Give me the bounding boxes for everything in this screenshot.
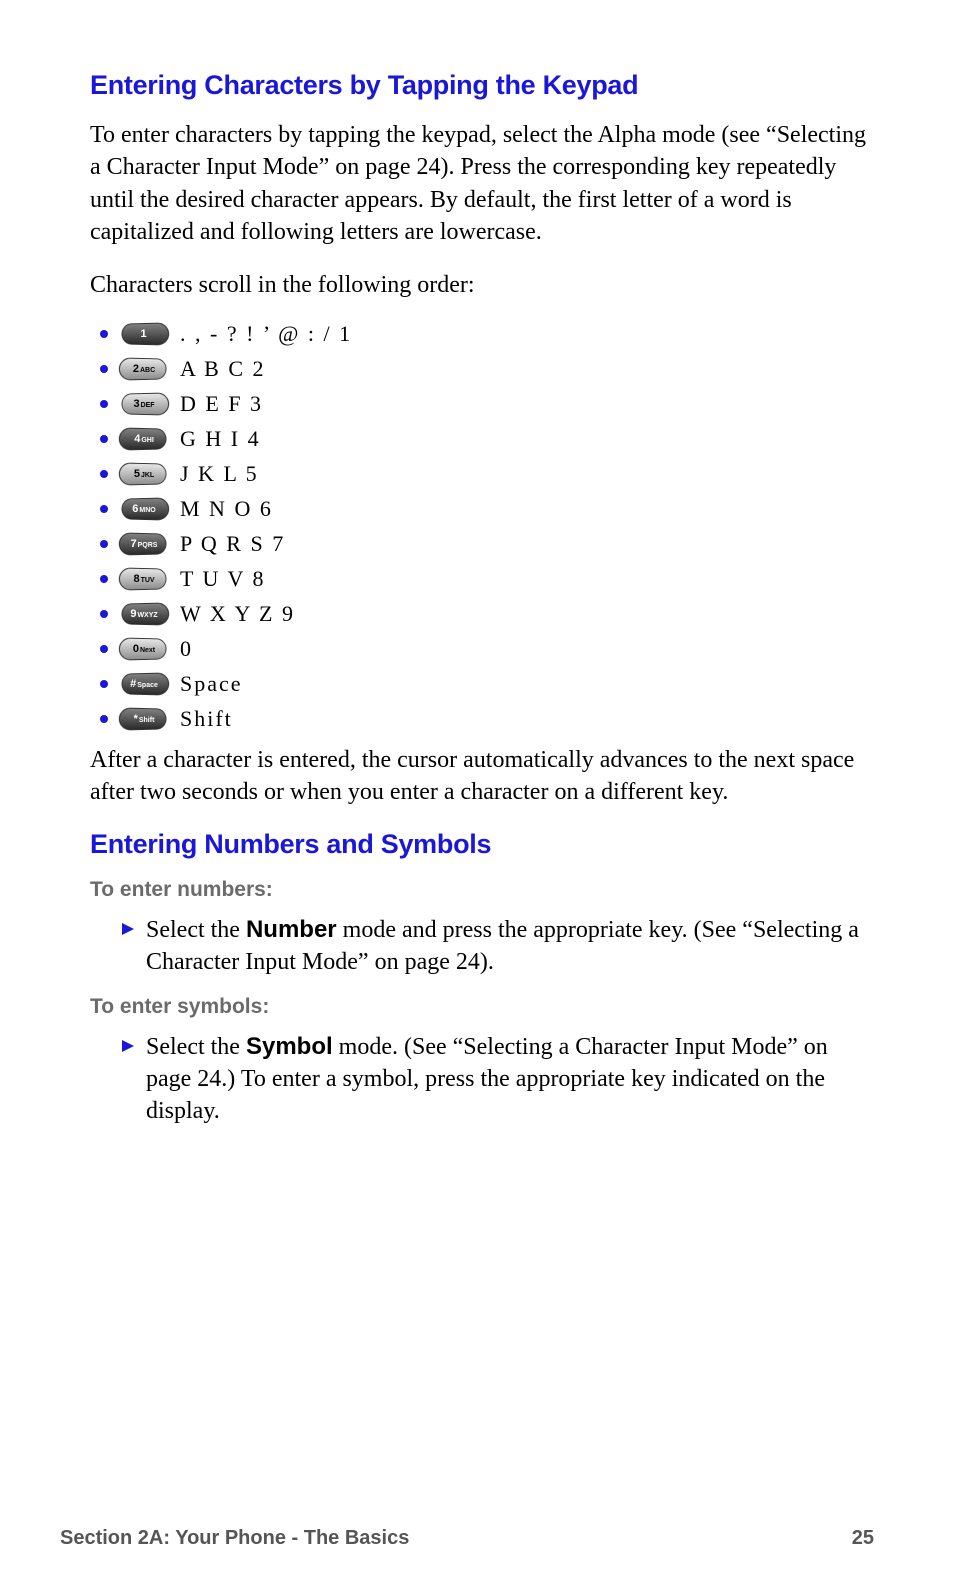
bullet-icon (100, 505, 108, 513)
footer-section: Section 2A: Your Phone - The Basics (60, 1527, 409, 1550)
mode-name-number: Number (246, 916, 337, 943)
phone-key-icon: 9WXYZ (120, 603, 168, 625)
keypad-row: 9WXYZ W X Y Z 9 (100, 601, 874, 627)
keypad-row: 1 . , - ? ! ’ @ : / 1 (100, 321, 874, 347)
phone-key-icon: 8TUV (120, 568, 168, 590)
arrow-icon (120, 1038, 136, 1128)
keypad-row: 3DEF D E F 3 (100, 391, 874, 417)
bullet-icon (100, 365, 108, 373)
keypad-row: 6MNO M N O 6 (100, 496, 874, 522)
mode-name-symbol: Symbol (246, 1033, 333, 1060)
step-text: Select the Symbol mode. (See “Selecting … (146, 1031, 874, 1128)
phone-key-icon: 1 (120, 323, 168, 345)
phone-key-label: 9WXYZ (130, 608, 157, 620)
key-characters: Space (180, 671, 243, 697)
key-characters: T U V 8 (180, 566, 266, 592)
manual-page: Entering Characters by Tapping the Keypa… (0, 0, 954, 1590)
footer-page-number: 25 (852, 1527, 874, 1550)
keypad-character-list: 1 . , - ? ! ’ @ : / 1 2ABC A B C 2 3DEF D E F… (100, 321, 874, 732)
phone-key-label: 5JKL (134, 468, 154, 480)
key-characters: 0 (180, 636, 193, 662)
after-character-paragraph: After a character is entered, the cursor… (90, 744, 874, 809)
phone-key-label: *Shift (134, 713, 155, 725)
key-characters: G H I 4 (180, 426, 261, 452)
bullet-icon (100, 435, 108, 443)
step-enter-numbers: Select the Number mode and press the app… (120, 914, 874, 979)
phone-key-icon: 0Next (120, 638, 168, 660)
bullet-icon (100, 330, 108, 338)
keypad-row: 7PQRS P Q R S 7 (100, 531, 874, 557)
phone-key-label: 3DEF (133, 398, 154, 410)
bullet-icon (100, 575, 108, 583)
phone-key-label: 8TUV (133, 573, 154, 585)
heading-entering-numbers-symbols: Entering Numbers and Symbols (90, 829, 874, 860)
step-enter-symbols: Select the Symbol mode. (See “Selecting … (120, 1031, 874, 1128)
scroll-order-intro: Characters scroll in the following order… (90, 269, 874, 301)
phone-key-icon: 4GHI (120, 428, 168, 450)
bullet-icon (100, 400, 108, 408)
phone-key-icon: 3DEF (120, 393, 168, 415)
intro-paragraph: To enter characters by tapping the keypa… (90, 119, 874, 249)
phone-key-label: #Space (130, 678, 158, 690)
key-characters: P Q R S 7 (180, 531, 285, 557)
subhead-enter-symbols: To enter symbols: (90, 995, 874, 1019)
key-characters: W X Y Z 9 (180, 601, 295, 627)
keypad-row: #Space Space (100, 671, 874, 697)
step-text: Select the Number mode and press the app… (146, 914, 874, 979)
phone-key-icon: 7PQRS (120, 533, 168, 555)
keypad-row: *Shift Shift (100, 706, 874, 732)
key-characters: Shift (180, 706, 233, 732)
bullet-icon (100, 680, 108, 688)
key-characters: J K L 5 (180, 461, 259, 487)
phone-key-icon: *Shift (120, 708, 168, 730)
bullet-icon (100, 715, 108, 723)
bullet-icon (100, 645, 108, 653)
phone-key-icon: #Space (120, 673, 168, 695)
keypad-row: 8TUV T U V 8 (100, 566, 874, 592)
keypad-row: 4GHI G H I 4 (100, 426, 874, 452)
page-footer: Section 2A: Your Phone - The Basics 25 (60, 1527, 874, 1550)
arrow-icon (120, 921, 136, 979)
keypad-row: 0Next 0 (100, 636, 874, 662)
phone-key-icon: 6MNO (120, 498, 168, 520)
step-text-pre: Select the (146, 917, 246, 943)
phone-key-icon: 5JKL (120, 463, 168, 485)
phone-key-label: 1 (140, 328, 147, 340)
phone-key-label: 2ABC (133, 363, 155, 375)
bullet-icon (100, 540, 108, 548)
bullet-icon (100, 470, 108, 478)
keypad-row: 2ABC A B C 2 (100, 356, 874, 382)
heading-entering-characters: Entering Characters by Tapping the Keypa… (90, 70, 874, 101)
key-characters: A B C 2 (180, 356, 266, 382)
phone-key-label: 0Next (133, 643, 155, 655)
phone-key-label: 6MNO (132, 503, 155, 515)
bullet-icon (100, 610, 108, 618)
key-characters: D E F 3 (180, 391, 263, 417)
phone-key-label: 4GHI (134, 433, 154, 445)
keypad-row: 5JKL J K L 5 (100, 461, 874, 487)
key-characters: M N O 6 (180, 496, 273, 522)
key-characters: . , - ? ! ’ @ : / 1 (180, 321, 352, 347)
subhead-enter-numbers: To enter numbers: (90, 878, 874, 902)
phone-key-label: 7PQRS (131, 538, 158, 550)
step-text-pre: Select the (146, 1034, 246, 1060)
phone-key-icon: 2ABC (120, 358, 168, 380)
